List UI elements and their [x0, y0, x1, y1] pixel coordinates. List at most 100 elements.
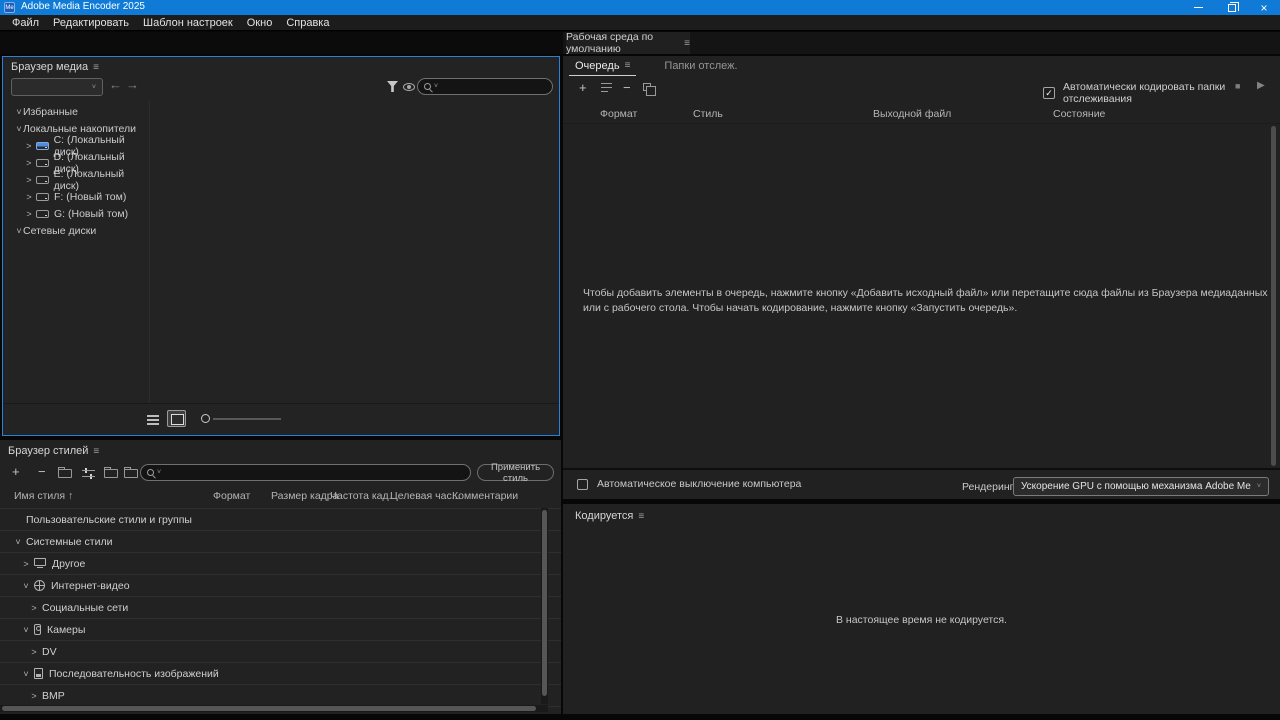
chevron-icon[interactable]: ˃	[25, 192, 33, 202]
search-options-chevron-icon[interactable]: ˅	[434, 83, 438, 90]
encoding-empty-message: В настоящее время не кодируется.	[836, 614, 1007, 626]
tab-watch-folders[interactable]: Папки отслеж.	[658, 56, 743, 76]
media-location-dropdown[interactable]: ˅	[11, 78, 103, 96]
chevron-icon[interactable]: ˃	[25, 158, 33, 168]
preset-group-bmp[interactable]: ˃ BMP	[0, 685, 561, 707]
panel-menu-icon[interactable]: ≡	[93, 446, 99, 457]
preset-group-dv[interactable]: ˃ DV	[0, 641, 561, 663]
new-preset-button[interactable]: +	[12, 464, 20, 479]
new-group-button[interactable]	[58, 467, 72, 478]
preview-eye-icon[interactable]	[403, 83, 415, 91]
preset-browser-tab[interactable]: Браузер стилей ≡	[8, 445, 99, 457]
chevron-icon[interactable]: ˅	[14, 537, 22, 547]
renderer-value: Ускорение GPU с помощью механизма Adobe …	[1021, 481, 1251, 492]
preset-group-social[interactable]: ˃ Социальные сети	[0, 597, 561, 619]
preset-search-box[interactable]: ˅	[140, 464, 471, 481]
search-options-chevron-icon[interactable]: ˅	[157, 469, 161, 476]
list-view-button[interactable]	[147, 414, 159, 425]
minimize-button[interactable]	[1184, 0, 1212, 15]
tree-item-network-drives[interactable]: ˅ Сетевые диски	[3, 222, 148, 239]
menu-edit[interactable]: Редактировать	[46, 15, 136, 31]
preset-group-other[interactable]: ˃ Другое	[0, 553, 561, 575]
auto-shutdown-checkbox[interactable]	[577, 478, 588, 490]
chevron-icon[interactable]: ˃	[25, 209, 33, 219]
chevron-icon[interactable]: ˅	[15, 226, 23, 236]
panel-menu-icon[interactable]: ≡	[625, 60, 631, 71]
globe-icon	[34, 580, 45, 591]
add-output-button[interactable]	[601, 83, 612, 92]
slider-track	[213, 418, 281, 420]
workspace-tab[interactable]: Рабочая среда по умолчанию ≡	[566, 31, 690, 55]
preset-vertical-scrollbar[interactable]	[541, 508, 548, 704]
auto-shutdown-option[interactable]: Автоматическое выключение компьютера	[577, 478, 801, 490]
chevron-icon[interactable]: ˃	[30, 603, 38, 613]
stop-queue-button[interactable]: ■	[1235, 81, 1240, 91]
media-search-box[interactable]: ˅	[417, 78, 553, 95]
menu-file[interactable]: Файл	[5, 15, 46, 31]
panel-menu-icon[interactable]: ≡	[93, 62, 99, 73]
tree-item-drive-e[interactable]: ˃ E: (Локальный диск)	[3, 168, 148, 192]
tab-queue[interactable]: Очередь ≡	[569, 56, 637, 76]
tree-item-drive-g[interactable]: ˃ G: (Новый том)	[3, 205, 148, 222]
scrollbar-thumb[interactable]	[2, 706, 536, 711]
preset-group-image-sequence[interactable]: ˅ Последовательность изображений	[0, 663, 561, 685]
duplicate-button[interactable]	[643, 83, 656, 96]
tree-item-drive-f[interactable]: ˃ F: (Новый том)	[3, 188, 148, 205]
chevron-icon[interactable]: ˅	[15, 124, 23, 134]
chevron-icon[interactable]: ˃	[30, 647, 38, 657]
chevron-icon[interactable]: ˅	[22, 625, 30, 635]
delete-preset-button[interactable]: −	[38, 464, 46, 479]
preset-group-web-video[interactable]: ˅ Интернет-видео	[0, 575, 561, 597]
apply-preset-button[interactable]: Применить стиль	[477, 462, 554, 484]
menu-window[interactable]: Окно	[240, 15, 280, 31]
preset-search-input[interactable]	[164, 467, 464, 478]
queue-empty-message: Чтобы добавить элементы в очередь, нажми…	[583, 287, 1268, 315]
scrollbar-thumb[interactable]	[542, 510, 547, 696]
start-queue-button[interactable]: ▶	[1257, 80, 1265, 91]
close-button[interactable]: ×	[1250, 0, 1278, 15]
tree-item-favorites[interactable]: ˅ Избранные	[3, 103, 148, 120]
column-format: Формат	[213, 490, 251, 502]
menu-help[interactable]: Справка	[279, 15, 336, 31]
chevron-icon[interactable]: ˃	[22, 559, 30, 569]
encoding-tab[interactable]: Кодируется ≡	[575, 510, 644, 522]
media-search-input[interactable]	[441, 81, 546, 92]
preset-group-cameras[interactable]: ˅ Камеры	[0, 619, 561, 641]
renderer-dropdown[interactable]: Ускорение GPU с помощью механизма Adobe …	[1013, 477, 1269, 496]
chevron-icon[interactable]: ˃	[25, 175, 33, 185]
media-browser-tab[interactable]: Браузер медиа ≡	[11, 61, 99, 73]
slider-knob[interactable]	[201, 414, 210, 423]
add-source-button[interactable]: +	[579, 80, 587, 95]
column-preset-name[interactable]: Имя стиля ↑	[14, 490, 73, 502]
preset-group-user[interactable]: Пользовательские стили и группы	[0, 509, 561, 531]
thumbnail-zoom-slider[interactable]	[201, 413, 283, 425]
chevron-icon[interactable]: ˃	[30, 691, 38, 701]
export-presets-button[interactable]	[124, 467, 138, 478]
chevron-icon[interactable]: ˅	[22, 669, 30, 679]
column-preset: Стиль	[693, 108, 723, 120]
chevron-icon[interactable]: ˅	[22, 581, 30, 591]
chevron-icon[interactable]: ˃	[25, 141, 33, 151]
preset-group-system[interactable]: ˅ Системные стили	[0, 531, 561, 553]
preset-horizontal-scrollbar[interactable]	[0, 705, 548, 712]
auto-encode-checkbox[interactable]: ✓	[1043, 87, 1055, 99]
preset-row-label: Камеры	[47, 623, 86, 636]
media-browser-title: Браузер медиа	[11, 61, 89, 73]
remove-item-button[interactable]: −	[623, 80, 631, 95]
import-presets-button[interactable]	[104, 467, 118, 478]
queue-column-headers: Формат Стиль Выходной файл Состояние	[563, 106, 1280, 124]
restore-button[interactable]	[1218, 0, 1246, 15]
filter-icon[interactable]	[387, 81, 398, 92]
search-icon	[147, 469, 154, 476]
back-button[interactable]: ←	[109, 77, 122, 92]
workspace-menu-icon[interactable]: ≡	[684, 38, 690, 49]
auto-encode-label: Автоматически кодировать папки отслежива…	[1063, 81, 1226, 105]
preset-settings-button[interactable]	[82, 468, 95, 479]
thumbnail-view-button[interactable]	[167, 410, 186, 427]
queue-scrollbar[interactable]	[1271, 126, 1276, 466]
panel-menu-icon[interactable]: ≡	[638, 511, 644, 522]
chevron-icon[interactable]: ˅	[15, 107, 23, 117]
auto-encode-watch-folders[interactable]: ✓ Автоматически кодировать папки отслежи…	[1043, 81, 1280, 105]
forward-button[interactable]: →	[126, 77, 139, 92]
menu-preset[interactable]: Шаблон настроек	[136, 15, 240, 31]
